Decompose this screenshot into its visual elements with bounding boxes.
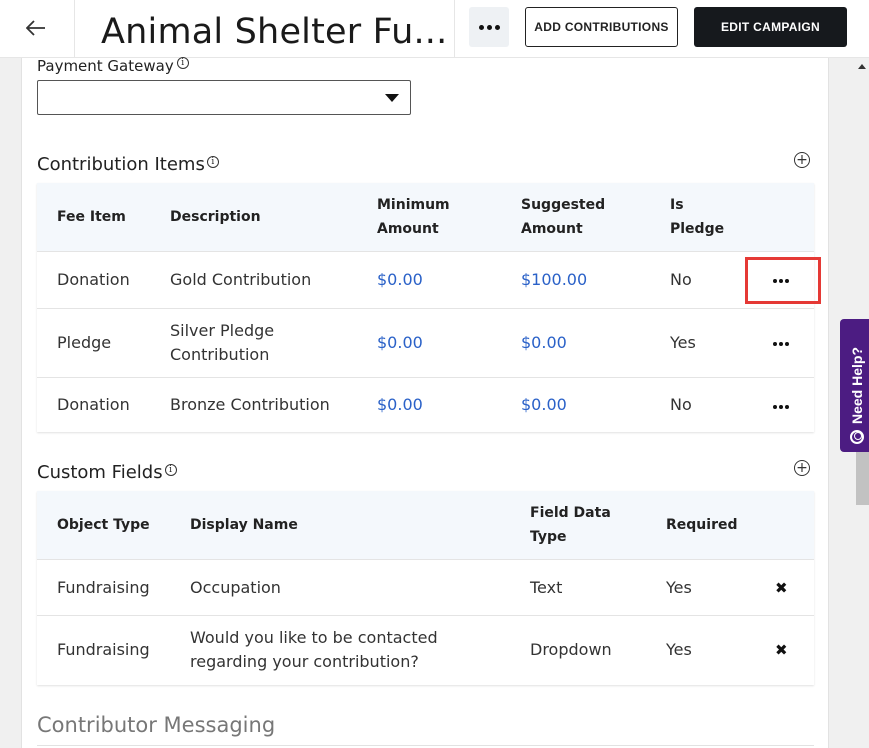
row-actions-icon[interactable] (773, 342, 789, 346)
col-suggested-amount-line1: Suggested (521, 197, 606, 213)
need-help-tab[interactable]: Need Help? (840, 319, 869, 452)
cell-fee-item: Pledge (57, 333, 112, 352)
table-row: Donation Bronze Contribution $0.00 $0.00… (37, 377, 814, 432)
scroll-up-arrow-icon[interactable] (858, 64, 866, 69)
cell-description: Silver Pledge Contribution (170, 319, 274, 367)
col-field-data-type: Field Data Type (530, 501, 611, 549)
payment-gateway-select[interactable] (37, 80, 411, 115)
contribution-items-table: Fee Item Description Minimum Amount Sugg… (37, 183, 814, 432)
cell-object-type: Fundraising (57, 640, 150, 659)
table-row: Pledge Silver Pledge Contribution $0.00 … (37, 308, 814, 377)
row-actions-icon[interactable] (773, 405, 789, 409)
cell-suggested-amount: $0.00 (521, 395, 567, 414)
contributor-messaging-title: Contributor Messaging (37, 713, 276, 737)
cell-suggested-amount: $0.00 (521, 333, 567, 352)
col-is-pledge-line2: Pledge (670, 221, 725, 237)
header-divider (454, 0, 455, 58)
col-suggested-amount-line2: Amount (521, 221, 583, 237)
remove-field-icon[interactable]: ✖ (775, 643, 788, 658)
lifebuoy-icon (849, 430, 864, 444)
col-required: Required (666, 517, 738, 533)
table-header: Fee Item Description Minimum Amount Sugg… (37, 183, 814, 251)
remove-field-icon[interactable]: ✖ (775, 581, 788, 596)
more-options-button[interactable] (469, 7, 509, 47)
col-is-pledge: Is Pledge (670, 193, 724, 241)
cell-minimum-amount: $0.00 (377, 270, 423, 289)
add-custom-field-icon[interactable]: + (794, 460, 810, 476)
col-object-type: Object Type (57, 517, 150, 533)
info-icon[interactable]: i (206, 156, 219, 168)
custom-fields-table: Object Type Display Name Field Data Type… (37, 491, 814, 685)
custom-fields-heading: Custom Fields i (37, 462, 177, 483)
payment-gateway-label-text: Payment Gateway (37, 57, 174, 75)
cell-display-name-line1: Would you like to be contacted (190, 628, 438, 647)
cell-description: Gold Contribution (170, 270, 312, 289)
cell-field-data-type: Text (530, 578, 563, 597)
col-minimum-amount: Minimum Amount (377, 193, 450, 241)
col-description: Description (170, 209, 261, 225)
section-divider (37, 745, 814, 746)
table-row: Donation Gold Contribution $0.00 $100.00… (37, 251, 814, 308)
table-row: Fundraising Occupation Text Yes ✖ (37, 559, 814, 615)
more-horizontal-icon (478, 24, 500, 30)
cell-description-line2: Contribution (170, 345, 270, 364)
app-header: Animal Shelter Fu... ADD CONTRIBUTIONS E… (0, 0, 869, 58)
cell-is-pledge: No (670, 395, 692, 414)
cell-field-data-type: Dropdown (530, 640, 612, 659)
add-contribution-item-icon[interactable]: + (794, 152, 810, 168)
col-display-name: Display Name (190, 517, 298, 533)
cell-display-name: Occupation (190, 578, 281, 597)
col-is-pledge-line1: Is (670, 197, 684, 213)
header-divider (74, 0, 75, 58)
cell-fee-item: Donation (57, 395, 130, 414)
col-field-data-type-line1: Field Data (530, 505, 611, 521)
arrow-left-icon (26, 20, 45, 36)
cell-is-pledge: No (670, 270, 692, 289)
cell-suggested-amount: $100.00 (521, 270, 588, 289)
cell-fee-item: Donation (57, 270, 130, 289)
add-contributions-button[interactable]: ADD CONTRIBUTIONS (525, 7, 678, 47)
page-title: Animal Shelter Fu... (101, 12, 448, 52)
table-header: Object Type Display Name Field Data Type… (37, 491, 814, 559)
cell-minimum-amount: $0.00 (377, 395, 423, 414)
cell-display-name: Would you like to be contacted regarding… (190, 626, 438, 674)
highlight-box (745, 257, 821, 304)
col-minimum-amount-line1: Minimum (377, 197, 450, 213)
cell-is-pledge: Yes (670, 333, 696, 352)
info-icon[interactable]: i (176, 57, 189, 69)
cell-description: Bronze Contribution (170, 395, 330, 414)
cell-description-line1: Silver Pledge (170, 321, 275, 340)
col-field-data-type-line2: Type (530, 529, 567, 545)
table-row: Fundraising Would you like to be contact… (37, 615, 814, 684)
col-suggested-amount: Suggested Amount (521, 193, 605, 241)
info-icon[interactable]: i (164, 464, 177, 476)
cell-minimum-amount: $0.00 (377, 333, 423, 352)
cell-required: Yes (666, 640, 692, 659)
edit-campaign-button[interactable]: EDIT CAMPAIGN (694, 7, 847, 47)
payment-gateway-label: Payment Gateway i (37, 57, 189, 75)
contribution-items-title: Contribution Items (37, 154, 205, 175)
cell-display-name-line2: regarding your contribution? (190, 652, 419, 671)
col-fee-item: Fee Item (57, 209, 126, 225)
need-help-content: Need Help? (842, 319, 869, 452)
need-help-label: Need Help? (848, 346, 865, 424)
contribution-items-heading: Contribution Items i (37, 154, 219, 175)
custom-fields-title: Custom Fields (37, 462, 163, 483)
cell-object-type: Fundraising (57, 578, 150, 597)
caret-down-icon (385, 94, 399, 102)
back-button[interactable] (16, 10, 56, 46)
cell-required: Yes (666, 578, 692, 597)
col-minimum-amount-line2: Amount (377, 221, 439, 237)
